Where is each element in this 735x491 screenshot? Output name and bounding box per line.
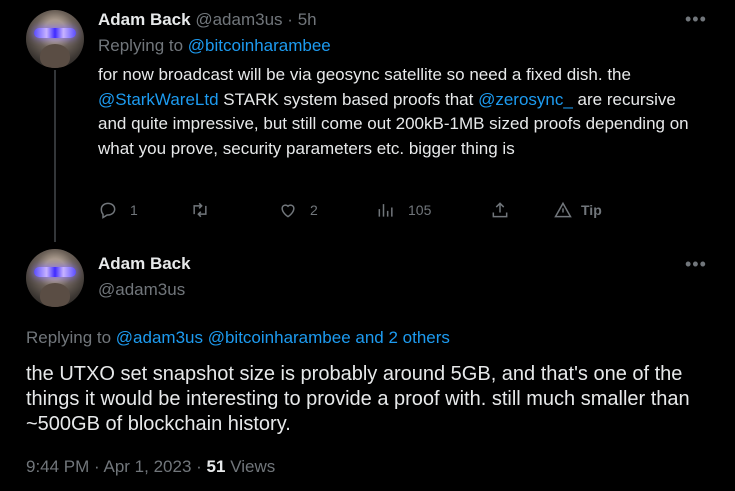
tweet-actions: 1 2 105 Tip <box>98 200 718 222</box>
like-button[interactable]: 2 <box>278 200 318 220</box>
tweet-text-part: for now broadcast will be via geosync sa… <box>98 65 631 84</box>
views-icon <box>378 204 393 217</box>
replying-to: Replying to @bitcoinharambee <box>98 36 331 56</box>
share-button[interactable] <box>490 200 510 220</box>
tweet-age[interactable]: 5h <box>298 10 317 29</box>
tweet-time[interactable]: 9:44 PM <box>26 457 89 476</box>
views-button[interactable]: 105 <box>376 200 431 220</box>
views-count: 51 <box>206 457 226 476</box>
more-icon[interactable]: ••• <box>685 10 707 28</box>
tip-icon <box>554 201 572 218</box>
mention-link[interactable]: @StarkWareLtd <box>98 90 219 109</box>
tweet-meta: 9:44 PM · Apr 1, 2023 · 51 Views <box>26 457 276 476</box>
more-icon[interactable]: ••• <box>685 255 707 273</box>
reply-icon <box>100 202 116 219</box>
replying-to: Replying to @adam3us @bitcoinharambee an… <box>26 328 450 348</box>
author-handle[interactable]: @adam3us <box>195 10 282 29</box>
author-handle[interactable]: @adam3us <box>98 280 185 300</box>
author-name[interactable]: Adam Back <box>98 254 191 274</box>
like-icon <box>281 204 295 218</box>
replying-prefix: Replying to <box>26 328 112 347</box>
tweet-text: for now broadcast will be via geosync sa… <box>98 63 698 161</box>
views-label: Views <box>230 457 276 476</box>
replying-to-link[interactable]: @adam3us @bitcoinharambee and 2 others <box>116 328 450 347</box>
share-icon <box>492 202 508 218</box>
thread-connector <box>54 70 56 242</box>
tip-label: Tip <box>581 202 602 218</box>
avatar[interactable] <box>26 249 84 307</box>
tip-button[interactable]: Tip <box>553 200 602 220</box>
replying-prefix: Replying to <box>98 36 184 55</box>
tweet-text: the UTXO set snapshot size is probably a… <box>26 363 690 435</box>
author-name[interactable]: Adam Back <box>98 10 191 29</box>
replying-to-link[interactable]: @bitcoinharambee <box>188 36 331 55</box>
retweet-icon <box>193 202 207 218</box>
avatar[interactable] <box>26 10 84 68</box>
reply-count: 1 <box>130 202 138 218</box>
separator: · <box>287 10 293 29</box>
tweet-text-part: STARK system based proofs that <box>218 89 479 109</box>
views-count: 105 <box>408 202 432 218</box>
like-count: 2 <box>310 202 318 218</box>
retweet-button[interactable] <box>190 200 222 220</box>
tweet-date[interactable]: Apr 1, 2023 <box>104 457 192 476</box>
mention-link[interactable]: @zerosync_ <box>478 90 573 109</box>
reply-button[interactable]: 1 <box>98 200 138 220</box>
tweet-header: Adam Back @adam3us · 5h <box>98 10 317 30</box>
